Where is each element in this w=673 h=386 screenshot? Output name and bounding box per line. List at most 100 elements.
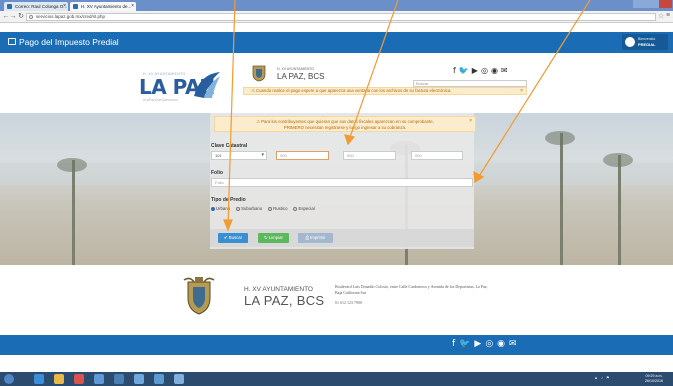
tab-close-icon[interactable]: × — [131, 2, 134, 11]
reload-icon[interactable]: ↻ — [17, 13, 25, 21]
folio-input[interactable]: Folio — [211, 178, 473, 187]
footer-phone: 01 612 123 7900 — [335, 300, 362, 305]
site-favicon-icon — [73, 4, 78, 9]
clave-catastral-label: Clave Catastral — [211, 143, 248, 149]
twitter-icon[interactable]: 🐦 — [459, 340, 470, 349]
user-menu[interactable]: Bienvenido PREDIAL — [622, 34, 668, 50]
palm-trunk — [618, 155, 621, 265]
app-taskbar-icon[interactable] — [114, 374, 124, 384]
youtube-icon[interactable]: ▶ — [474, 340, 481, 349]
billing-icon — [8, 38, 16, 45]
clock-date: 26/10/2016 — [645, 379, 663, 383]
volume-icon[interactable]: ♪ — [601, 375, 603, 380]
user-greeting: Bienvenido — [638, 37, 656, 41]
app-taskbar-icon[interactable] — [174, 374, 184, 384]
radio-empty-icon — [236, 206, 241, 211]
print-button[interactable]: ⎙ Imprimir — [298, 233, 333, 243]
clock[interactable]: 09:29 a.m. 26/10/2016 — [645, 374, 663, 384]
close-icon[interactable]: × — [469, 118, 472, 124]
crest-icon — [252, 65, 266, 82]
clave-field-2-placeholder: 000 — [280, 153, 287, 158]
tab-close-icon[interactable]: × — [63, 2, 66, 11]
search-button[interactable]: ✔ Buscar — [218, 233, 248, 243]
folio-placeholder: Folio — [215, 180, 224, 185]
footer-ayuntamiento-label: H. XV AYUNTAMIENTO — [244, 286, 313, 293]
youtube-icon[interactable]: ▶ — [472, 66, 478, 76]
palm-trunk — [72, 160, 75, 265]
radio-suburbano[interactable]: Suburbano — [236, 206, 262, 211]
footer-bar: f 🐦 ▶ ◎ ◉ ✉ — [0, 335, 673, 355]
app-taskbar-icon[interactable] — [154, 374, 164, 384]
url-field[interactable]: servicios.lapaz.gob.mx/cred/st.php — [26, 13, 656, 21]
start-button[interactable] — [4, 374, 14, 384]
tax-warning-line2: PRIMERO necesitan registrarse y luego in… — [283, 125, 407, 130]
explorer-taskbar-icon[interactable] — [54, 374, 64, 384]
menu-icon[interactable]: ≡ — [666, 12, 670, 19]
tab-mail-label: Correo: Raul Colunga O... — [15, 4, 68, 9]
radio-especial[interactable]: Especial — [293, 206, 315, 211]
la-paz-logo[interactable]: H. XV AYUNTAMIENTO LA PAZ #LaPazQueQuere… — [132, 62, 227, 106]
palm-crown — [603, 153, 633, 167]
url-text: servicios.lapaz.gob.mx/cred/st.php — [36, 14, 106, 19]
tab-mail[interactable]: Correo: Raul Colunga O... × — [4, 2, 68, 11]
avatar — [625, 37, 635, 47]
network-icon[interactable]: ▲ — [594, 375, 598, 380]
app-taskbar-icon[interactable] — [94, 374, 104, 384]
radio-empty-icon — [293, 206, 298, 211]
clave-field-4[interactable]: 000 — [411, 151, 463, 160]
rss-icon[interactable]: ◉ — [497, 340, 505, 349]
browser-tab-bar: Correo: Raul Colunga O... × H. XV Ayunta… — [0, 0, 673, 11]
twitter-icon[interactable]: 🐦 — [459, 66, 469, 76]
maximize-button[interactable] — [646, 0, 659, 8]
radio-rustico[interactable]: Rustico — [268, 206, 287, 211]
minimize-button[interactable] — [633, 0, 646, 8]
mail-icon[interactable]: ✉ — [501, 66, 508, 76]
ayuntamiento-label: H. XV AYUNTAMIENTO — [277, 67, 315, 71]
taskbar: ▲ ♪ ⚑ 09:29 a.m. 26/10/2016 — [0, 372, 673, 386]
page-title: Pago del Impuesto Predial — [8, 37, 119, 48]
instagram-icon[interactable]: ◎ — [485, 340, 493, 349]
radio-urbano-label: Urbano — [216, 206, 231, 211]
clave-field-3-placeholder: 000 — [347, 153, 354, 158]
search-input[interactable]: Buscar — [413, 80, 527, 87]
payment-warning-text: ⚠ Cuando realice el pago espere a que ap… — [251, 88, 452, 93]
star-icon[interactable]: ☆ — [658, 12, 664, 20]
button-bar — [210, 229, 474, 247]
tax-data-warning: ⚠ Para los contribuyentes que quieran qu… — [214, 116, 476, 132]
clave-field-2[interactable]: 000 — [276, 151, 329, 160]
logo-tagline: #LaPazQueQueremos — [143, 98, 178, 102]
close-icon[interactable]: × — [520, 88, 523, 94]
facebook-icon[interactable]: f — [452, 340, 455, 349]
clave-field-3[interactable]: 000 — [343, 151, 396, 160]
clave-select[interactable]: 101 — [211, 151, 267, 160]
rss-icon[interactable]: ◉ — [491, 66, 498, 76]
footer-city: LA PAZ, BCS — [244, 293, 325, 308]
instagram-icon[interactable]: ◎ — [481, 66, 488, 76]
palm-crown — [545, 131, 575, 145]
media-taskbar-icon[interactable] — [74, 374, 84, 384]
social-links: f 🐦 ▶ ◎ ◉ ✉ — [453, 66, 508, 76]
mail-icon[interactable]: ✉ — [509, 340, 517, 349]
folio-label: Folio — [211, 170, 223, 176]
tab-ayuntamiento[interactable]: H. XV Ayuntamiento de... × — [70, 2, 136, 11]
swoosh-icon — [194, 72, 220, 98]
radio-rustico-label: Rustico — [273, 206, 288, 211]
radio-empty-icon — [268, 206, 273, 211]
footer-address: Boulevard Luis Donaldo Colosio, entre Ca… — [335, 284, 488, 295]
address-bar: ← → ↻ servicios.lapaz.gob.mx/cred/st.php… — [0, 11, 673, 23]
payment-warning: ⚠ Cuando realice el pago espere a que ap… — [243, 87, 527, 95]
flag-icon[interactable]: ⚑ — [606, 375, 610, 380]
facebook-icon[interactable]: f — [453, 66, 456, 76]
app-taskbar-icon[interactable] — [134, 374, 144, 384]
forward-arrow-icon[interactable]: → — [9, 13, 17, 21]
tipo-predio-options: Urbano Suburbano Rustico Especial — [211, 206, 315, 211]
page-info-icon[interactable] — [29, 15, 33, 19]
palm-trunk — [560, 133, 563, 265]
radio-urbano[interactable]: Urbano — [211, 206, 230, 211]
tab-ayuntamiento-label: H. XV Ayuntamiento de... — [81, 4, 132, 9]
ie-taskbar-icon[interactable] — [34, 374, 44, 384]
window-close-button[interactable] — [659, 0, 672, 8]
clear-button[interactable]: ↻ Limpiar — [258, 233, 289, 243]
mail-favicon-icon — [7, 4, 12, 9]
app-header: Pago del Impuesto Predial Bienvenido PRE… — [0, 32, 673, 53]
